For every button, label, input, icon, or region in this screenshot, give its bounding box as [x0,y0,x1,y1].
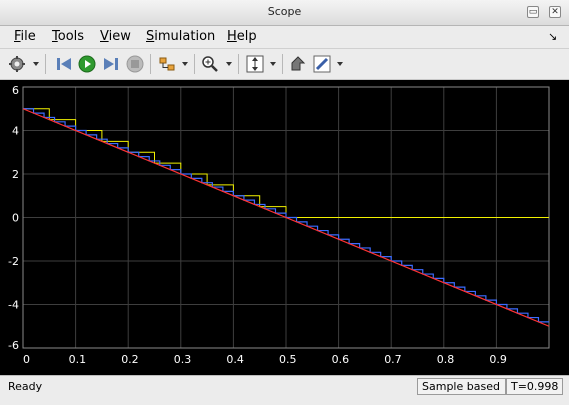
y-tick-label: -4 [8,299,19,312]
plot-area[interactable]: 0 0.1 0.2 0.3 0.4 0.5 0.6 0.7 0.8 0.9 6 4 2 0 -2 -4 -6 [0,80,569,375]
x-tick-label: 0.7 [384,353,402,366]
status-bar: Ready Sample based T=0.998 [0,375,569,405]
window-title: Scope [267,5,302,18]
menu-tools[interactable]: Tools [52,29,84,44]
zoom-dropdown-icon[interactable] [226,62,232,66]
x-tick-label: 0.5 [279,353,297,366]
style-pen-icon[interactable] [313,55,331,73]
x-tick-label: 0.2 [121,353,139,366]
y-tick-label: -2 [8,255,19,268]
y-tick-label: -6 [8,339,19,352]
status-time: T=0.998 [506,378,563,395]
x-tick-label: 0.6 [332,353,350,366]
menu-simulation[interactable]: Simulation [146,29,215,44]
x-tick-label: 0 [23,353,30,366]
signal-select-icon[interactable] [158,55,176,73]
menu-bar: File Tools View Simulation Help ↘ [0,26,569,48]
y-tick-label: 6 [12,84,19,97]
x-tick-label: 0.3 [174,353,192,366]
y-tick-label: 0 [12,212,19,225]
x-tick-label: 0.4 [226,353,244,366]
signal-dropdown-icon[interactable] [182,62,188,66]
y-tick-label: 4 [12,125,19,138]
menu-help[interactable]: Help [227,29,257,44]
toolbar-separator [282,54,283,74]
close-icon[interactable]: ✕ [549,6,561,18]
restore-icon[interactable]: ▭ [527,6,539,18]
highlight-icon[interactable] [289,55,307,73]
toolbar-separator [150,54,151,74]
scale-dropdown-icon[interactable] [270,62,276,66]
x-tick-label: 0.8 [437,353,455,366]
toolbar-separator [238,54,239,74]
scope-plot[interactable]: 0 0.1 0.2 0.3 0.4 0.5 0.6 0.7 0.8 0.9 6 4 2 0 -2 -4 -6 [0,80,569,375]
toolbar-separator [194,54,195,74]
x-tick-label: 0.9 [489,353,507,366]
gear-icon[interactable] [8,55,26,73]
y-tick-label: 2 [12,168,19,181]
run-icon[interactable] [78,55,96,73]
status-mode: Sample based [417,378,506,395]
title-bar: Scope ▭ ✕ [0,0,569,26]
x-tick-label: 0.1 [69,353,87,366]
scale-axes-icon[interactable] [246,55,264,73]
stop-icon[interactable] [126,55,144,73]
step-back-icon[interactable] [55,55,73,73]
toolbar-separator [45,54,46,74]
toolbar [0,48,569,80]
menu-view[interactable]: View [100,29,131,44]
style-dropdown-icon[interactable] [337,62,343,66]
dock-arrow-icon[interactable]: ↘ [548,30,557,43]
menu-file[interactable]: File [14,29,36,44]
status-ready: Ready [8,380,43,393]
step-forward-icon[interactable] [102,55,120,73]
zoom-in-icon[interactable] [201,55,219,73]
settings-dropdown-icon[interactable] [33,62,39,66]
